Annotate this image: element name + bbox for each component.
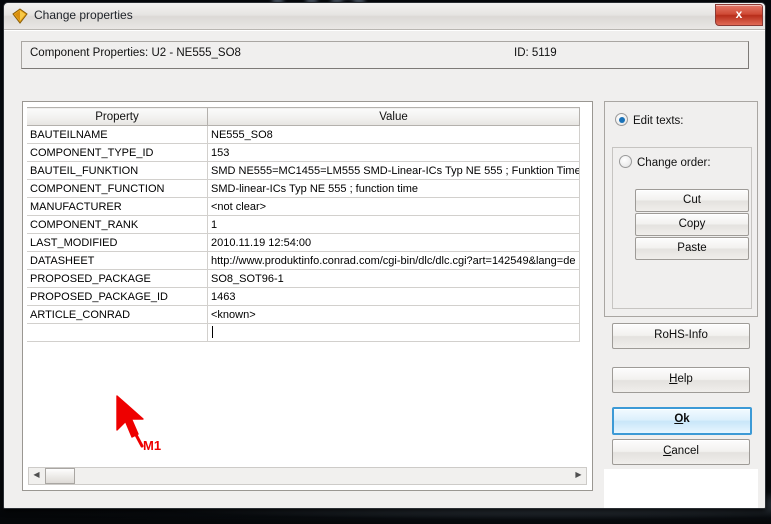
table-row[interactable]: BAUTEIL_FUNKTION SMD NE555=MC1455=LM555 … [27,161,580,180]
table-row[interactable]: COMPONENT_RANK 1 [27,215,580,234]
ok-mnemonic: O [674,413,684,425]
cell-value[interactable]: 153 [207,143,580,162]
table-header-row: Property Value [27,107,580,126]
cancel-button[interactable]: Cancel [612,439,750,465]
cell-value[interactable]: 1 [207,215,580,234]
component-id-label: ID: 5119 [514,47,557,59]
empty-white-panel [604,469,758,508]
cell-value-editing[interactable] [207,323,580,342]
cell-property[interactable]: BAUTEIL_FUNKTION [27,161,208,180]
component-header-bar: Component Properties: U2 - NE555_SO8 ID:… [21,41,749,69]
scroll-right-arrow-icon[interactable]: ▶ [571,468,586,482]
table-row[interactable]: COMPONENT_TYPE_ID 153 [27,143,580,162]
column-header-property[interactable]: Property [27,107,208,126]
cell-value[interactable]: NE555_SO8 [207,125,580,144]
cell-value[interactable]: SMD-linear-ICs Typ NE 555 ; function tim… [207,179,580,198]
copy-button[interactable]: Copy [635,213,749,236]
window-title: Change properties [34,8,133,22]
cell-property[interactable]: PROPOSED_PACKAGE_ID [27,287,208,306]
help-button[interactable]: Help [612,367,750,393]
cell-value[interactable]: SMD NE555=MC1455=LM555 SMD-Linear-ICs Ty… [207,161,580,180]
radio-change-order[interactable]: Change order: [619,155,711,169]
properties-table-panel: Property Value BAUTEILNAME NE555_SO8 COM… [22,101,593,491]
horizontal-scrollbar[interactable]: ◀ ▶ [28,467,587,485]
text-caret [212,326,213,338]
table-row[interactable]: BAUTEILNAME NE555_SO8 [27,125,580,144]
desktop-background: U2 Change properties x Component Propert… [0,0,771,524]
cell-property[interactable]: LAST_MODIFIED [27,233,208,252]
dialog-client-area: Component Properties: U2 - NE555_SO8 ID:… [4,30,765,508]
window-titlebar[interactable]: Change properties x [4,3,765,30]
table-row[interactable]: PROPOSED_PACKAGE SO8_SOT96-1 [27,269,580,288]
help-label-rest: elp [677,373,693,385]
cell-property[interactable]: ARTICLE_CONRAD [27,305,208,324]
column-header-value[interactable]: Value [207,107,580,126]
app-diamond-icon [12,8,28,24]
cell-property[interactable]: COMPONENT_RANK [27,215,208,234]
radio-change-order-label: Change order: [637,157,711,169]
cancel-label-rest: ancel [671,445,699,457]
cell-value[interactable]: http://www.produktinfo.conrad.com/cgi-bi… [207,251,580,270]
cell-value[interactable]: 1463 [207,287,580,306]
change-order-groupbox: Change order: Cut Copy Paste [612,147,752,309]
component-properties-label: Component Properties: U2 - NE555_SO8 [30,47,241,59]
rohs-info-button[interactable]: RoHS-Info [612,323,750,349]
table-row[interactable]: ARTICLE_CONRAD <known> [27,305,580,324]
close-icon[interactable]: x [715,4,763,26]
cell-property[interactable]: BAUTEILNAME [27,125,208,144]
cell-property[interactable]: COMPONENT_TYPE_ID [27,143,208,162]
cell-property[interactable]: DATASHEET [27,251,208,270]
table-row[interactable]: COMPONENT_FUNCTION SMD-linear-ICs Typ NE… [27,179,580,198]
table-row[interactable]: DATASHEET http://www.produktinfo.conrad.… [27,251,580,270]
properties-table: Property Value BAUTEILNAME NE555_SO8 COM… [27,107,580,342]
table-row-empty[interactable] [27,323,580,342]
scroll-left-arrow-icon[interactable]: ◀ [29,468,44,482]
cell-property[interactable] [27,323,208,342]
cell-value[interactable]: SO8_SOT96-1 [207,269,580,288]
scrollbar-thumb[interactable] [45,468,75,484]
change-properties-dialog: Change properties x Component Properties… [3,2,766,509]
ok-button[interactable]: Ok [612,407,752,435]
cell-value[interactable]: 2010.11.19 12:54:00 [207,233,580,252]
annotation-label: M1 [143,438,162,453]
ok-label-rest: k [683,413,690,425]
table-row[interactable]: LAST_MODIFIED 2010.11.19 12:54:00 [27,233,580,252]
radio-off-icon[interactable] [619,155,632,168]
edit-mode-panel: Edit texts: Change order: Cut Copy Paste [604,101,758,317]
cell-property[interactable]: COMPONENT_FUNCTION [27,179,208,198]
radio-edit-texts-label: Edit texts: [633,115,684,127]
annotation-arrow: M1 [111,394,181,460]
cut-button[interactable]: Cut [635,189,749,212]
radio-edit-texts[interactable]: Edit texts: [615,113,684,127]
radio-on-icon[interactable] [615,113,628,126]
cell-property[interactable]: PROPOSED_PACKAGE [27,269,208,288]
cell-value[interactable]: <known> [207,305,580,324]
paste-button[interactable]: Paste [635,237,749,260]
cell-value[interactable]: <not clear> [207,197,580,216]
table-row[interactable]: MANUFACTURER <not clear> [27,197,580,216]
cell-property[interactable]: MANUFACTURER [27,197,208,216]
table-row[interactable]: PROPOSED_PACKAGE_ID 1463 [27,287,580,306]
